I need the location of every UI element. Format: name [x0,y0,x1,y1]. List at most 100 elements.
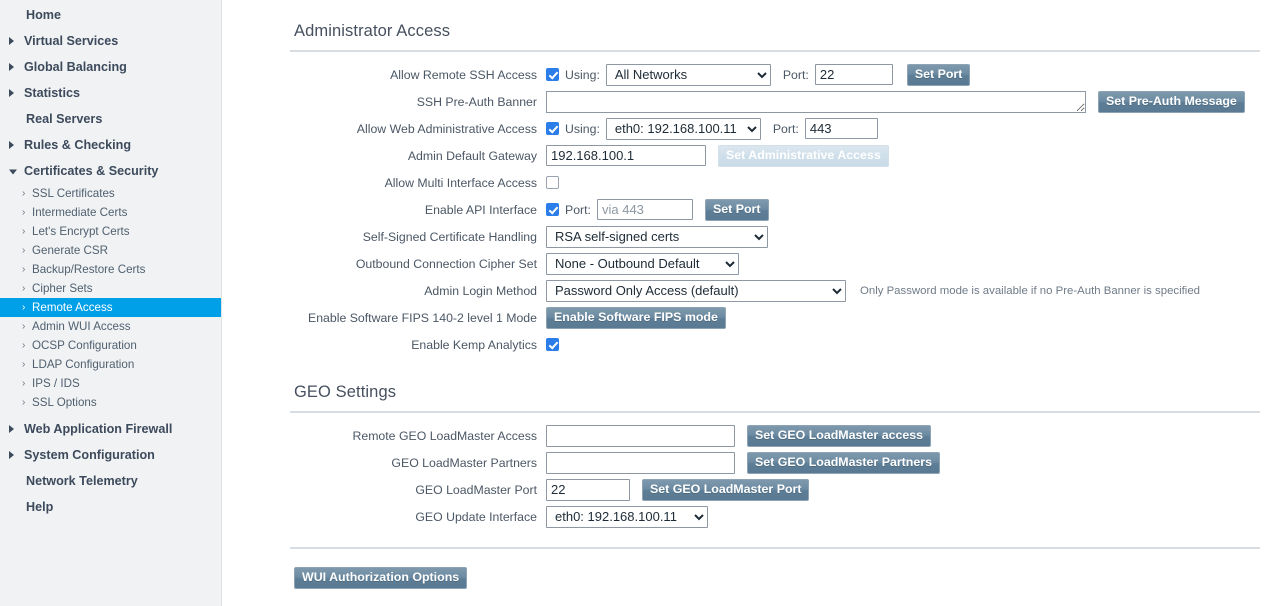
sidebar-item-admin-wui-access[interactable]: › Admin WUI Access [0,317,221,336]
geo-loadmaster-partners-input[interactable] [546,452,735,474]
enable-software-fips-mode-button[interactable]: Enable Software FIPS mode [546,307,726,329]
geo-loadmaster-port-input[interactable] [546,479,630,501]
bullet-icon: › [22,374,25,393]
section-divider [290,50,1260,52]
ssh-port-input[interactable] [815,64,893,85]
sidebar-item-global-balancing[interactable]: Global Balancing [0,54,221,80]
sidebar-item-ssl-certificates[interactable]: › SSL Certificates [0,184,221,203]
bullet-icon: › [22,203,25,222]
sidebar-item-ldap-configuration[interactable]: › LDAP Configuration [0,355,221,374]
web-admin-interface-select[interactable]: eth0: 192.168.100.11 [606,118,761,140]
set-geo-loadmaster-partners-button[interactable]: Set GEO LoadMaster Partners [747,452,940,474]
set-administrative-access-button[interactable]: Set Administrative Access [718,145,889,167]
geo-settings-heading: GEO Settings [294,383,1267,402]
bullet-icon: › [22,317,25,336]
row-self-signed-certificate-handling: Self-Signed Certificate Handling RSA sel… [290,224,1267,249]
sidebar-item-intermediate-certs[interactable]: › Intermediate Certs [0,203,221,222]
row-enable-software-fips: Enable Software FIPS 140-2 level 1 Mode … [290,305,1267,330]
sidebar-item-label: Help [26,500,53,514]
sidebar-item-statistics[interactable]: Statistics [0,80,221,106]
label-geo-loadmaster-port: GEO LoadMaster Port [290,483,546,497]
self-signed-certificate-select[interactable]: RSA self-signed certs [546,226,768,248]
sidebar-item-label: Let's Encrypt Certs [32,225,130,238]
row-allow-web-administrative-access: Allow Web Administrative Access Using: e… [290,116,1267,141]
set-api-port-button[interactable]: Set Port [705,199,769,221]
sidebar-nav: Home Virtual Services Global Balancing S… [0,0,222,606]
allow-multi-interface-access-checkbox[interactable] [546,176,559,189]
sidebar-item-label: Global Balancing [24,60,127,74]
sidebar-item-rules-checking[interactable]: Rules & Checking [0,132,221,158]
row-allow-multi-interface-access: Allow Multi Interface Access [290,170,1267,195]
label-web-admin-using: Using: [565,122,600,136]
ssh-preauth-banner-textarea[interactable] [546,91,1086,113]
label-ssh-using: Using: [565,68,600,82]
label-allow-multi-interface-access: Allow Multi Interface Access [290,176,546,190]
sidebar-item-ocsp-configuration[interactable]: › OCSP Configuration [0,336,221,355]
outbound-cipher-set-select[interactable]: None - Outbound Default [546,253,739,275]
bullet-icon: › [22,355,25,374]
sidebar-item-network-telemetry[interactable]: Network Telemetry [0,468,221,494]
label-enable-kemp-analytics: Enable Kemp Analytics [290,338,546,352]
row-outbound-connection-cipher-set: Outbound Connection Cipher Set None - Ou… [290,251,1267,276]
geo-update-interface-select[interactable]: eth0: 192.168.100.11 [546,506,708,528]
admin-login-method-select[interactable]: Password Only Access (default) [546,280,846,302]
sidebar-item-system-configuration[interactable]: System Configuration [0,442,221,468]
web-admin-port-input[interactable] [805,118,878,139]
sidebar-item-help[interactable]: Help [0,494,221,520]
allow-web-administrative-access-checkbox[interactable] [546,122,559,135]
label-admin-default-gateway: Admin Default Gateway [290,149,546,163]
set-preauth-message-button[interactable]: Set Pre-Auth Message [1098,91,1245,113]
sidebar-item-label: Cipher Sets [32,282,93,295]
sidebar-item-remote-access[interactable]: › Remote Access [0,298,221,317]
sidebar-item-label: System Configuration [24,448,155,462]
sidebar-item-label: Web Application Firewall [24,422,172,436]
label-enable-api-interface: Enable API Interface [290,203,546,217]
sidebar-item-label: Home [26,8,61,22]
main-content: Administrator Access Allow Remote SSH Ac… [222,0,1267,606]
sidebar-item-label: Backup/Restore Certs [32,263,145,276]
remote-geo-loadmaster-access-input[interactable] [546,425,735,447]
ssh-network-select[interactable]: All Networks [606,64,771,86]
row-geo-loadmaster-port: GEO LoadMaster Port Set GEO LoadMaster P… [290,477,1267,502]
sidebar-item-cipher-sets[interactable]: › Cipher Sets [0,279,221,298]
api-port-input[interactable] [597,199,693,220]
sidebar-item-real-servers[interactable]: Real Servers [0,106,221,132]
sidebar-item-home[interactable]: Home [0,2,221,28]
set-geo-loadmaster-port-button[interactable]: Set GEO LoadMaster Port [642,479,809,501]
set-ssh-port-button[interactable]: Set Port [907,64,971,86]
sidebar-item-label: SSL Options [32,396,97,409]
label-allow-remote-ssh-access: Allow Remote SSH Access [290,68,546,82]
row-admin-default-gateway: Admin Default Gateway Set Administrative… [290,143,1267,168]
label-ssh-port: Port: [783,68,809,82]
bullet-icon: › [22,336,25,355]
administrator-access-heading: Administrator Access [294,22,1267,41]
enable-kemp-analytics-checkbox[interactable] [546,338,559,351]
allow-remote-ssh-access-checkbox[interactable] [546,68,559,81]
label-web-admin-port: Port: [773,122,799,136]
enable-api-interface-checkbox[interactable] [546,203,559,216]
set-geo-loadmaster-access-button[interactable]: Set GEO LoadMaster access [747,425,931,447]
bullet-icon: › [22,279,25,298]
section-divider [290,411,1260,413]
sidebar-item-generate-csr[interactable]: › Generate CSR [0,241,221,260]
sidebar-item-label: Admin WUI Access [32,320,131,333]
label-outbound-connection-cipher-set: Outbound Connection Cipher Set [290,257,546,271]
sidebar-item-label: IPS / IDS [32,377,80,390]
sidebar-item-ssl-options[interactable]: › SSL Options [0,393,221,412]
sidebar-item-certificates-security[interactable]: Certificates & Security [0,158,221,184]
sidebar-item-lets-encrypt-certs[interactable]: › Let's Encrypt Certs [0,222,221,241]
chevron-right-icon [9,63,14,71]
sidebar-item-label: OCSP Configuration [32,339,137,352]
bullet-icon: › [22,260,25,279]
sidebar-item-virtual-services[interactable]: Virtual Services [0,28,221,54]
label-ssh-preauth-banner: SSH Pre-Auth Banner [290,95,546,109]
sidebar-item-label: Real Servers [26,112,102,126]
sidebar-item-ips-ids[interactable]: › IPS / IDS [0,374,221,393]
sidebar-item-web-application-firewall[interactable]: Web Application Firewall [0,416,221,442]
admin-default-gateway-input[interactable] [546,145,706,166]
row-admin-login-method: Admin Login Method Password Only Access … [290,278,1267,303]
chevron-down-icon [9,170,17,175]
bullet-icon: › [22,393,25,412]
sidebar-item-backup-restore-certs[interactable]: › Backup/Restore Certs [0,260,221,279]
wui-authorization-options-button[interactable]: WUI Authorization Options [294,567,467,589]
